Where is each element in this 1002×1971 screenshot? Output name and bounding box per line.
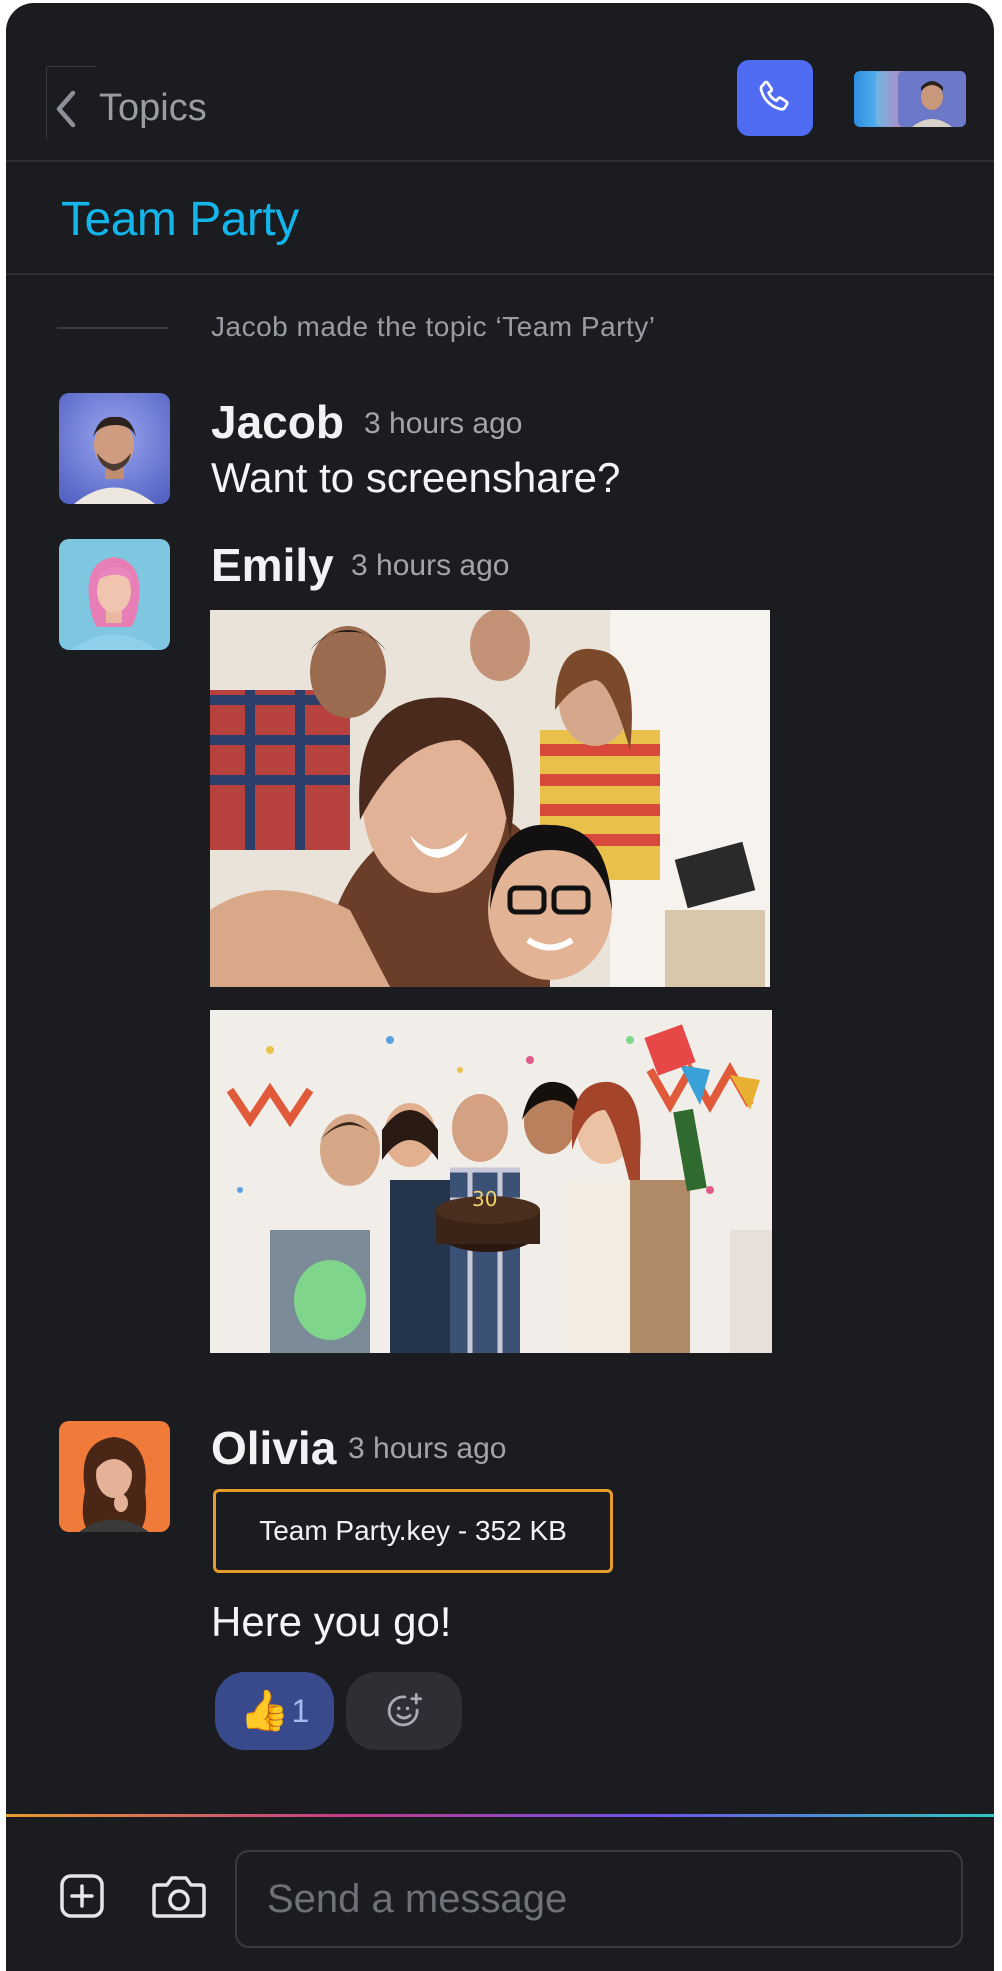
camera-icon — [152, 1876, 206, 1918]
add-reaction-button[interactable] — [346, 1672, 462, 1750]
message-time: 3 hours ago — [351, 549, 510, 582]
message-input[interactable] — [235, 1850, 963, 1948]
shared-photo-selfie[interactable] — [210, 610, 770, 987]
message-text: Here you go! — [211, 1598, 452, 1645]
message-time: 3 hours ago — [364, 407, 523, 440]
camera-button[interactable] — [151, 1873, 207, 1924]
call-button[interactable] — [737, 60, 813, 136]
divider — [57, 327, 168, 329]
shared-photo-party[interactable]: 30 — [210, 1010, 772, 1353]
topic-bar: Team Party — [6, 162, 994, 275]
author-name: Olivia — [211, 1422, 337, 1474]
back-to-topics-button[interactable]: Topics — [46, 66, 207, 139]
file-attachment-label: Team Party.key - 352 KB — [259, 1515, 567, 1546]
chat-window: Topics Team Party Jacob made the topic ‘… — [6, 3, 994, 1971]
system-message: Jacob made the topic ‘Team Party’ — [211, 311, 656, 342]
back-label: Topics — [99, 87, 207, 129]
reaction-count: 1 — [291, 1692, 310, 1729]
avatar-emily[interactable] — [59, 539, 170, 650]
participants-avatars[interactable] — [854, 71, 966, 129]
reaction-thumbs-up[interactable]: 👍 1 — [215, 1672, 334, 1750]
phone-icon — [759, 80, 789, 111]
participant-avatar — [898, 71, 966, 127]
author-name: Jacob — [211, 396, 344, 448]
file-attachment[interactable]: Team Party.key - 352 KB — [213, 1489, 613, 1573]
message-composer — [6, 1817, 994, 1971]
message-text: Want to screenshare? — [211, 454, 621, 501]
chevron-left-icon — [56, 90, 76, 128]
add-reaction-icon — [387, 1692, 423, 1727]
author-name: Emily — [211, 539, 334, 591]
top-bar: Topics — [6, 3, 994, 162]
avatar-jacob[interactable] — [59, 393, 170, 504]
topic-title: Team Party — [61, 193, 299, 246]
plus-square-icon — [60, 1874, 104, 1918]
thumbs-up-emoji: 👍 — [239, 1689, 290, 1733]
avatar-olivia[interactable] — [59, 1421, 170, 1532]
svg-text:30: 30 — [472, 1187, 497, 1211]
message-time: 3 hours ago — [348, 1432, 507, 1465]
add-attachment-button[interactable] — [59, 1873, 105, 1924]
